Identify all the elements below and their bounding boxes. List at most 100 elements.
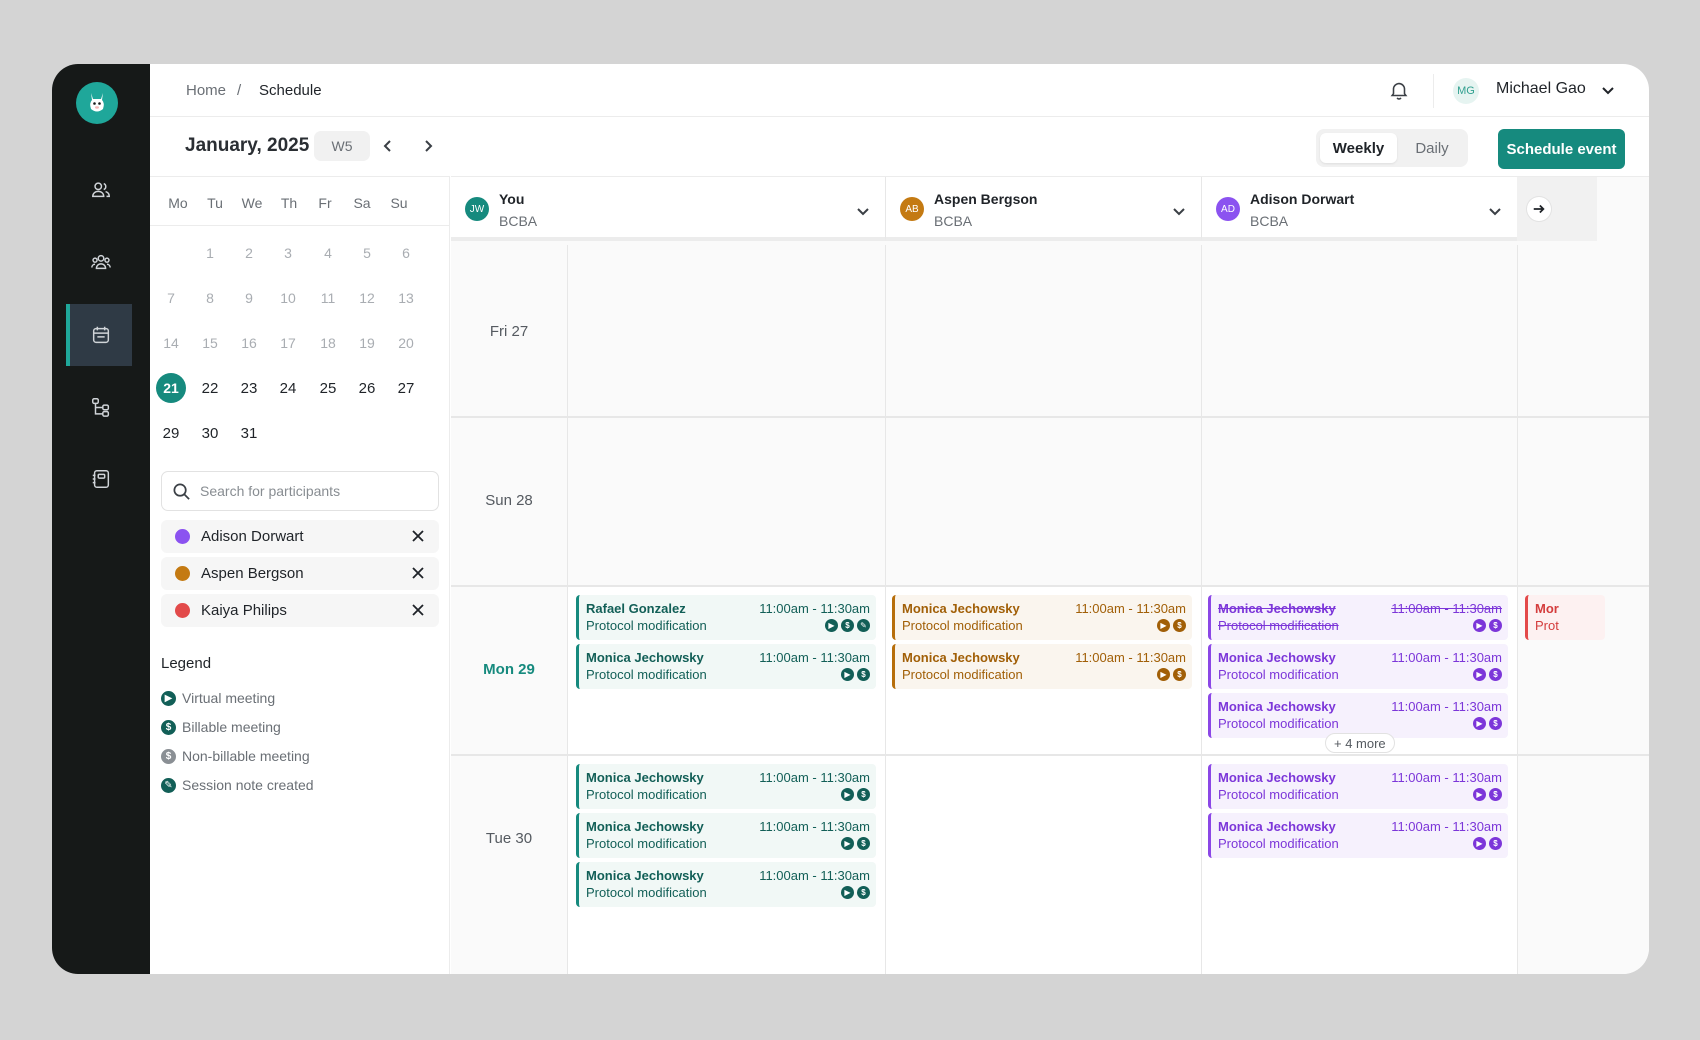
close-icon[interactable] (411, 603, 425, 617)
event-card[interactable]: Monica Jechowsky Protocol modification 1… (576, 644, 876, 689)
calendar-day[interactable]: 25 (313, 373, 343, 403)
nav-workflows[interactable] (52, 376, 150, 438)
participant-name: Aspen Bergson (201, 565, 304, 582)
event-client: Monica Jechowsky (1218, 650, 1336, 665)
column-name: You (499, 191, 525, 207)
calendar-day[interactable]: 16 (234, 328, 264, 358)
event-card[interactable]: Monica Jechowsky Protocol modification 1… (1208, 764, 1508, 809)
chevron-down-icon[interactable] (1171, 203, 1187, 219)
column-role: BCBA (934, 213, 973, 229)
calendar-day[interactable]: 2 (234, 238, 264, 268)
event-card[interactable]: Monica Jechowsky Protocol modification 1… (1208, 813, 1508, 858)
chevron-down-icon[interactable] (1487, 203, 1503, 219)
event-client: Monica Jechowsky (1218, 601, 1336, 616)
calendar-day[interactable]: 14 (156, 328, 186, 358)
event-icons: ▶ $ (841, 668, 870, 681)
participant-search[interactable]: Search for participants (161, 471, 439, 511)
calendar-day[interactable]: 29 (156, 418, 186, 448)
grid-line (567, 245, 568, 974)
weekday-label: Fr (318, 195, 332, 211)
user-name[interactable]: Michael Gao (1496, 80, 1586, 98)
calendar-day[interactable]: 20 (391, 328, 421, 358)
participant-chip[interactable]: Kaiya Philips (161, 594, 439, 627)
column-header[interactable]: JW You BCBA (451, 177, 885, 241)
event-card[interactable]: Monica Jechowsky Protocol modification 1… (576, 862, 876, 907)
nav-schedule[interactable] (66, 304, 132, 366)
calendar-day[interactable]: 4 (313, 238, 343, 268)
event-card-cancelled[interactable]: Monica Jechowsky Protocol modification 1… (1208, 595, 1508, 640)
chevron-down-icon[interactable] (1600, 82, 1616, 98)
nav-team[interactable] (52, 231, 150, 293)
next-column-button[interactable] (1527, 197, 1551, 221)
daily-view-button[interactable]: Daily (1400, 133, 1464, 163)
calendar-day[interactable]: 18 (313, 328, 343, 358)
calendar-day[interactable]: 22 (195, 373, 225, 403)
more-events-button[interactable]: + 4 more (1325, 733, 1395, 753)
nav-notes[interactable] (52, 448, 150, 510)
calendar-day[interactable]: 10 (273, 283, 303, 313)
calendar-day[interactable]: 30 (195, 418, 225, 448)
event-description: Protocol modification (586, 667, 707, 682)
legend-label: Non-billable meeting (182, 748, 310, 764)
column-header[interactable]: AB Aspen Bergson BCBA (885, 177, 1201, 241)
event-card[interactable]: Monica Jechowsky Protocol modification 1… (892, 595, 1192, 640)
calendar-day[interactable]: 15 (195, 328, 225, 358)
calendar-day[interactable]: 27 (391, 373, 421, 403)
calendar-day-selected[interactable]: 21 (156, 373, 186, 403)
breadcrumb-home[interactable]: Home (186, 82, 226, 99)
event-icons: ▶ $ (841, 788, 870, 801)
close-icon[interactable] (411, 566, 425, 580)
video-icon: ▶ (841, 668, 854, 681)
legend-label: Virtual meeting (182, 690, 276, 706)
chevron-right-icon[interactable] (420, 138, 436, 154)
event-card[interactable]: Rafael Gonzalez Protocol modification 11… (576, 595, 876, 640)
close-icon[interactable] (411, 529, 425, 543)
calendar-day[interactable]: 12 (352, 283, 382, 313)
event-card[interactable]: Mor Prot (1525, 595, 1605, 640)
note-icon: ✎ (161, 777, 176, 793)
event-client: Monica Jechowsky (902, 601, 1020, 616)
calendar-day[interactable]: 1 (195, 238, 225, 268)
bell-icon[interactable] (1388, 79, 1410, 101)
calendar-day[interactable]: 24 (273, 373, 303, 403)
grid-line (451, 585, 1649, 587)
calendar-day[interactable]: 13 (391, 283, 421, 313)
nav-clients[interactable] (52, 159, 150, 221)
calendar-day[interactable]: 5 (352, 238, 382, 268)
user-avatar[interactable]: MG (1453, 78, 1479, 104)
calendar-day[interactable]: 8 (195, 283, 225, 313)
column-header[interactable]: AD Adison Dorwart BCBA (1201, 177, 1517, 241)
calendar-day[interactable]: 7 (156, 283, 186, 313)
calendar-day[interactable]: 23 (234, 373, 264, 403)
calendar-day[interactable]: 26 (352, 373, 382, 403)
weekly-view-button[interactable]: Weekly (1320, 133, 1397, 163)
dollar-icon: $ (161, 748, 176, 764)
calendar-day[interactable]: 31 (234, 418, 264, 448)
event-card[interactable]: Monica Jechowsky Protocol modification 1… (1208, 693, 1508, 738)
event-client: Monica Jechowsky (1218, 699, 1336, 714)
calendar-day[interactable]: 19 (352, 328, 382, 358)
dollar-icon: $ (1489, 668, 1502, 681)
video-icon: ▶ (841, 788, 854, 801)
calendar-day[interactable]: 11 (313, 283, 343, 313)
chevron-down-icon[interactable] (855, 203, 871, 219)
event-card[interactable]: Monica Jechowsky Protocol modification 1… (892, 644, 1192, 689)
event-description: Protocol modification (586, 787, 707, 802)
calendar-day[interactable]: 6 (391, 238, 421, 268)
event-description: Protocol modification (902, 618, 1023, 633)
participant-chip[interactable]: Aspen Bergson (161, 557, 439, 590)
calendar-day[interactable]: 9 (234, 283, 264, 313)
schedule-event-button[interactable]: Schedule event (1498, 129, 1625, 169)
video-icon: ▶ (1473, 837, 1486, 850)
participant-chip[interactable]: Adison Dorwart (161, 520, 439, 553)
app-logo[interactable] (76, 82, 118, 124)
event-card[interactable]: Monica Jechowsky Protocol modification 1… (576, 764, 876, 809)
calendar-day[interactable]: 17 (273, 328, 303, 358)
dollar-icon: $ (857, 837, 870, 850)
column-role: BCBA (1250, 213, 1289, 229)
event-card[interactable]: Monica Jechowsky Protocol modification 1… (576, 813, 876, 858)
week-badge: W5 (314, 131, 370, 161)
calendar-day[interactable]: 3 (273, 238, 303, 268)
chevron-left-icon[interactable] (380, 138, 396, 154)
event-card[interactable]: Monica Jechowsky Protocol modification 1… (1208, 644, 1508, 689)
